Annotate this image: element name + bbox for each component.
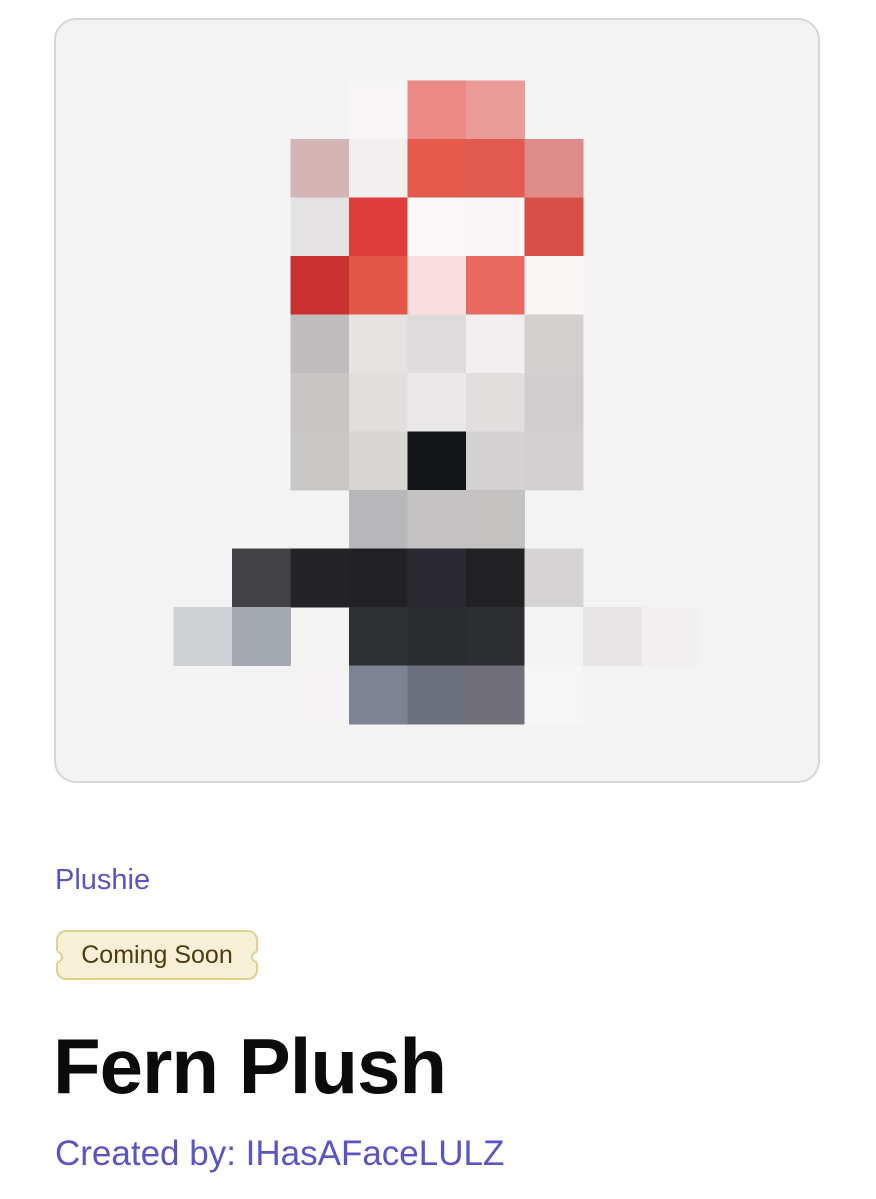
pixel-cell bbox=[407, 490, 467, 549]
pixel-cell bbox=[349, 607, 408, 666]
pixel-cell bbox=[349, 314, 408, 374]
pixel-cell bbox=[290, 314, 350, 374]
pixel-cell bbox=[173, 607, 233, 666]
pixel-cell bbox=[583, 607, 642, 666]
pixel-cell bbox=[466, 607, 525, 666]
status-badge-label: Coming Soon bbox=[81, 940, 233, 969]
creator-name-link[interactable]: IHasAFaceLULZ bbox=[246, 1134, 505, 1173]
pixel-cell bbox=[407, 373, 467, 432]
pixel-cell bbox=[466, 139, 525, 198]
pixel-cell bbox=[290, 548, 350, 608]
pixel-cell bbox=[349, 431, 408, 491]
pixel-cell bbox=[466, 80, 525, 140]
pixel-cell bbox=[349, 139, 408, 198]
pixel-cell bbox=[349, 548, 408, 608]
pixel-cell bbox=[524, 197, 584, 257]
pixel-cell bbox=[232, 548, 291, 608]
pixel-cell bbox=[524, 314, 584, 374]
pixel-cell bbox=[466, 373, 525, 432]
product-image bbox=[173, 80, 701, 725]
pixel-cell bbox=[407, 256, 467, 315]
creator-prefix: Created by: bbox=[55, 1134, 246, 1173]
pixel-cell bbox=[349, 490, 408, 549]
pixel-cell bbox=[466, 256, 525, 315]
pixel-cell bbox=[407, 139, 467, 198]
pixel-cell bbox=[524, 256, 584, 315]
pixel-cell bbox=[641, 607, 701, 666]
pixel-cell bbox=[290, 373, 350, 432]
pixel-cell bbox=[407, 548, 467, 608]
pixel-cell bbox=[349, 373, 408, 432]
pixel-cell bbox=[290, 431, 350, 491]
pixel-cell bbox=[349, 80, 408, 140]
pixel-cell bbox=[349, 197, 408, 257]
pixel-cell bbox=[466, 314, 525, 374]
pixel-cell bbox=[407, 80, 467, 140]
pixel-cell bbox=[290, 197, 350, 257]
pixel-cell bbox=[407, 314, 467, 374]
pixel-cell bbox=[290, 256, 350, 315]
pixel-cell bbox=[466, 665, 525, 725]
pixel-cell bbox=[407, 665, 467, 725]
pixel-cell bbox=[407, 197, 467, 257]
pixel-cell bbox=[407, 431, 467, 491]
pixel-cell bbox=[466, 490, 525, 549]
category-link[interactable]: Plushie bbox=[55, 862, 150, 898]
pixel-cell bbox=[466, 197, 525, 257]
pixel-cell bbox=[524, 607, 584, 666]
pixel-cell bbox=[466, 431, 525, 491]
status-badge: Coming Soon bbox=[56, 930, 258, 980]
creator-line[interactable]: Created by: IHasAFaceLULZ bbox=[55, 1132, 504, 1176]
pixel-cell bbox=[524, 373, 584, 432]
pixel-cell bbox=[466, 548, 525, 608]
pixel-cell bbox=[524, 548, 584, 608]
pixel-cell bbox=[232, 607, 291, 666]
pixel-cell bbox=[290, 665, 350, 725]
pixel-cell bbox=[524, 431, 584, 491]
pixel-cell bbox=[407, 607, 467, 666]
product-image-card[interactable] bbox=[54, 18, 820, 783]
product-title: Fern Plush bbox=[53, 1022, 447, 1110]
pixel-cell bbox=[290, 139, 350, 198]
pixel-cell bbox=[524, 139, 584, 198]
pixel-cell bbox=[524, 665, 584, 725]
pixel-cell bbox=[349, 665, 408, 725]
pixel-cell bbox=[349, 256, 408, 315]
